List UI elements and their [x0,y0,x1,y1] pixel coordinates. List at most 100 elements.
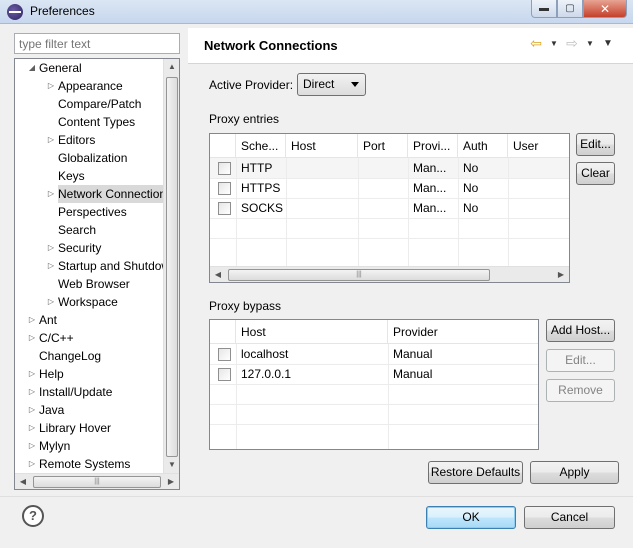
bypass-loopback-checkbox[interactable] [218,368,231,381]
tree-item[interactable]: Keys [58,167,85,185]
tree-item[interactable]: ▷ Library Hover [29,419,111,437]
scroll-left-arrow-icon[interactable]: ◀ [15,474,31,489]
tree-item[interactable]: ▷ Editors [48,131,95,149]
tree-expander-icon[interactable]: ◢ [27,59,37,77]
tree-item[interactable]: ▷ Ant [29,311,57,329]
proxy-entry-https-checkbox[interactable] [218,182,231,195]
scroll-left-arrow-icon[interactable]: ◀ [210,267,226,282]
tree-item-label: Security [58,241,102,255]
tree-expander-icon [46,203,56,221]
tree-expander-icon[interactable]: ▷ [27,455,37,473]
title-bar: Preferences ▬ ▢ ✕ [0,0,633,24]
tree-item[interactable]: ▷ Startup and Shutdow [48,257,165,275]
cancel-button[interactable]: Cancel [524,506,615,529]
tree-item[interactable]: Perspectives [58,203,127,221]
tree-expander-icon [27,347,37,365]
proxy-entries-hscroll-thumb[interactable]: ||| [228,269,490,281]
minimize-button[interactable]: ▬ [531,0,557,18]
tree-expander-icon[interactable]: ▷ [27,401,37,419]
column-header-host[interactable]: Host [236,320,388,344]
tree-expander-icon[interactable]: ▷ [46,77,56,95]
scroll-right-arrow-icon[interactable]: ▶ [163,474,179,489]
tree-item[interactable]: Web Browser [58,275,130,293]
tree-item[interactable]: ▷ Appearance [48,77,123,95]
tree-vscroll-thumb[interactable] [166,77,178,457]
active-provider-select[interactable]: Direct [297,73,366,96]
tree-item[interactable]: ▷ Mylyn [29,437,70,455]
page-title: Network Connections [204,38,338,53]
tree-item[interactable]: ▷ C/C++ [29,329,74,347]
close-button[interactable]: ✕ [583,0,627,18]
tree-item[interactable]: ▷ Install/Update [29,383,113,401]
column-header-check[interactable] [210,134,236,158]
tree-item[interactable]: ▷ Remote Systems [29,455,130,473]
column-header-scheme[interactable]: Sche... [236,134,286,158]
tree-item[interactable]: ▷ Network Connection [48,185,165,203]
tree-item-label: Compare/Patch [58,97,142,111]
column-header-auth[interactable]: Auth [458,134,508,158]
tree-vertical-scrollbar[interactable]: ▲ ▼ [163,59,179,473]
proxy-entry-provider: Man... [413,181,447,195]
bypass-provider: Manual [393,347,433,361]
view-menu-icon[interactable]: ▼ [599,38,617,49]
tree-expander-icon [46,221,56,239]
tree-expander-icon[interactable]: ▷ [27,311,37,329]
tree-item[interactable]: Search [58,221,96,239]
proxy-entry-provider: Man... [413,161,447,175]
tree-expander-icon[interactable]: ▷ [46,185,56,203]
proxy-entries-horizontal-scrollbar[interactable]: ◀ ||| ▶ [210,266,569,282]
tree-expander-icon[interactable]: ▷ [46,293,56,311]
forward-history-chevron-down-icon[interactable]: ▼ [585,39,595,48]
tree-expander-icon[interactable]: ▷ [27,365,37,383]
tree-expander-icon[interactable]: ▷ [27,383,37,401]
tree-item[interactable]: Content Types [58,113,135,131]
back-history-chevron-down-icon[interactable]: ▼ [549,39,559,48]
ok-button[interactable]: OK [426,506,516,529]
column-header-provider[interactable]: Provider [388,320,538,344]
tree-expander-icon[interactable]: ▷ [46,131,56,149]
tree-item[interactable]: ▷ Workspace [48,293,118,311]
column-header-host[interactable]: Host [286,134,358,158]
tree-expander-icon[interactable]: ▷ [46,239,56,257]
tree-item[interactable]: ▷ Security [48,239,102,257]
tree-horizontal-scrollbar[interactable]: ◀ ||| ▶ [15,473,179,489]
proxy-entry-edit-button[interactable]: Edit... [576,133,615,156]
proxy-entry-provider: Man... [413,201,447,215]
tree-expander-icon[interactable]: ▷ [27,419,37,437]
tree-item[interactable]: ◢ General [29,59,82,77]
tree-hscroll-thumb[interactable]: ||| [33,476,161,488]
maximize-button[interactable]: ▢ [557,0,583,18]
restore-defaults-button[interactable]: Restore Defaults [428,461,523,484]
scroll-up-arrow-icon[interactable]: ▲ [164,59,179,75]
bypass-remove-button[interactable]: Remove [546,379,615,402]
apply-button[interactable]: Apply [530,461,619,484]
tree-item[interactable]: ▷ Java [29,401,64,419]
tree-item[interactable]: ChangeLog [39,347,101,365]
proxy-entry-socks-checkbox[interactable] [218,202,231,215]
bypass-edit-button[interactable]: Edit... [546,349,615,372]
add-host-button[interactable]: Add Host... [546,319,615,342]
scroll-down-arrow-icon[interactable]: ▼ [164,457,179,473]
help-icon[interactable]: ? [22,505,44,527]
column-header-user[interactable]: User [508,134,569,158]
tree-expander-icon[interactable]: ▷ [27,437,37,455]
proxy-entry-clear-button[interactable]: Clear [576,162,615,185]
tree-item[interactable]: Compare/Patch [58,95,141,113]
bypass-localhost-checkbox[interactable] [218,348,231,361]
column-header-port[interactable]: Port [358,134,408,158]
back-arrow-icon[interactable]: ⇦ [527,35,545,52]
tree-item-label: Perspectives [58,205,127,219]
proxy-entry-http-checkbox[interactable] [218,162,231,175]
tree-item[interactable]: ▷ Help [29,365,64,383]
forward-arrow-icon[interactable]: ⇨ [563,35,581,52]
tree-expander-icon[interactable]: ▷ [46,257,56,275]
column-header-provider[interactable]: Provi... [408,134,458,158]
scroll-right-arrow-icon[interactable]: ▶ [553,267,569,282]
filter-input[interactable] [14,33,180,54]
proxy-entry-auth: No [463,161,479,175]
column-header-check[interactable] [210,320,236,344]
tree-expander-icon[interactable]: ▷ [27,329,37,347]
tree-item[interactable]: Globalization [58,149,127,167]
tree-item-label: Install/Update [39,385,113,399]
bypass-host: 127.0.0.1 [241,367,292,381]
